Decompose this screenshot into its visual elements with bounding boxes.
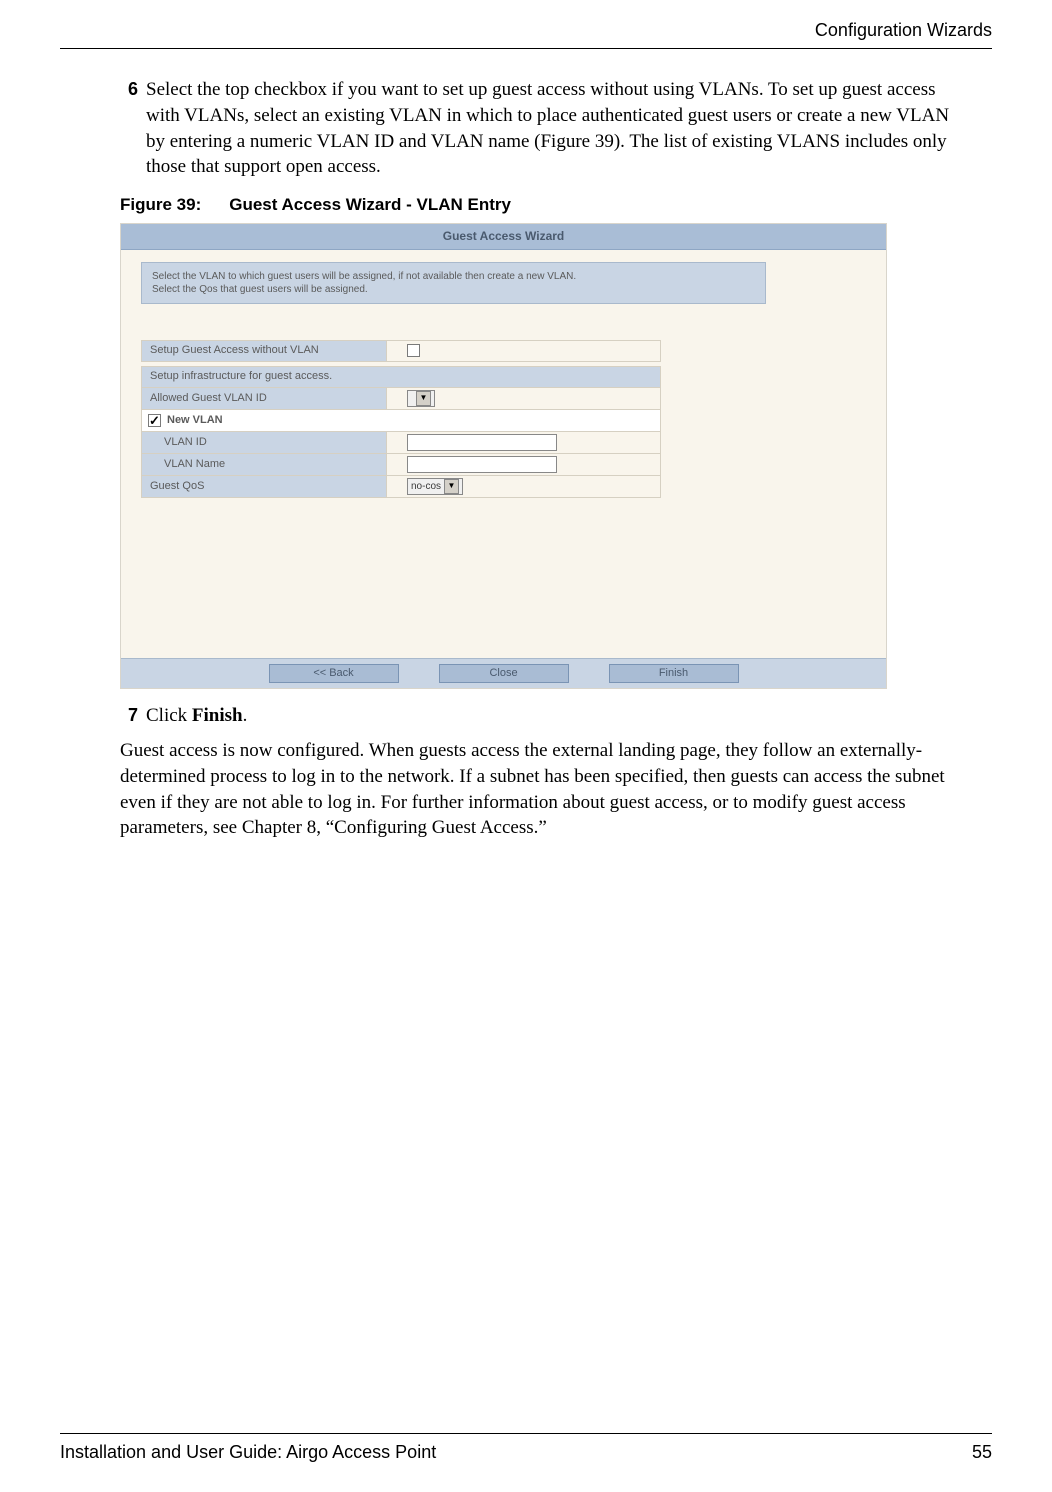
row-new-vlan: New VLAN [141,410,661,432]
footer-title: Installation and User Guide: Airgo Acces… [60,1440,436,1464]
step-text: Click Finish. [146,703,972,729]
label-new-vlan: New VLAN [167,413,223,428]
step-7: 7 Click Finish. [120,703,972,729]
chevron-down-icon: ▼ [416,391,431,406]
row-infrastructure-header: Setup infrastructure for guest access. [141,366,661,388]
select-allowed-guest-vlan-id[interactable]: ▼ [407,390,435,407]
label-guest-qos: Guest QoS [142,476,387,497]
instruction-box: Select the VLAN to which guest users wil… [141,262,766,304]
step-number: 7 [120,703,146,729]
label-vlan-id: VLAN ID [142,432,387,453]
wizard-title-bar: Guest Access Wizard [121,224,886,250]
checkbox-new-vlan[interactable] [148,414,161,427]
select-guest-qos-value: no-cos [411,480,441,494]
label-allowed-guest-vlan-id: Allowed Guest VLAN ID [142,388,387,409]
step7-bold: Finish [192,705,243,726]
figure-screenshot: Guest Access Wizard Select the VLAN to w… [120,223,887,689]
instruction-line-1: Select the VLAN to which guest users wil… [152,270,755,283]
row-allowed-guest-vlan-id: Allowed Guest VLAN ID ▼ [141,388,661,410]
select-guest-qos[interactable]: no-cos ▼ [407,478,463,495]
figure-title: Guest Access Wizard - VLAN Entry [229,195,511,214]
input-vlan-id[interactable] [407,434,557,451]
finish-button[interactable]: Finish [609,664,739,683]
figure-number: Figure 39: [120,195,201,214]
input-vlan-name[interactable] [407,456,557,473]
step-text: Select the top checkbox if you want to s… [146,77,972,180]
row-guest-qos: Guest QoS no-cos ▼ [141,476,661,498]
chevron-down-icon: ▼ [444,479,459,494]
label-setup-without-vlan: Setup Guest Access without VLAN [142,341,387,361]
checkbox-setup-without-vlan[interactable] [407,344,420,357]
running-header: Configuration Wizards [60,18,992,48]
header-rule [60,48,992,49]
step-6: 6 Select the top checkbox if you want to… [120,77,972,180]
body-paragraph: Guest access is now configured. When gue… [120,738,972,841]
instruction-line-2: Select the Qos that guest users will be … [152,283,755,296]
close-button[interactable]: Close [439,664,569,683]
figure-caption: Figure 39: Guest Access Wizard - VLAN Ent… [120,194,972,217]
row-vlan-name: VLAN Name [141,454,661,476]
row-vlan-id: VLAN ID [141,432,661,454]
row-setup-without-vlan: Setup Guest Access without VLAN [141,340,661,362]
step7-prefix: Click [146,705,192,726]
wizard-footer: << Back Close Finish [121,658,886,688]
page-footer: Installation and User Guide: Airgo Acces… [60,1433,992,1464]
step-number: 6 [120,77,146,180]
page-number: 55 [972,1440,992,1464]
step7-suffix: . [243,705,248,726]
label-vlan-name: VLAN Name [142,454,387,475]
back-button[interactable]: << Back [269,664,399,683]
